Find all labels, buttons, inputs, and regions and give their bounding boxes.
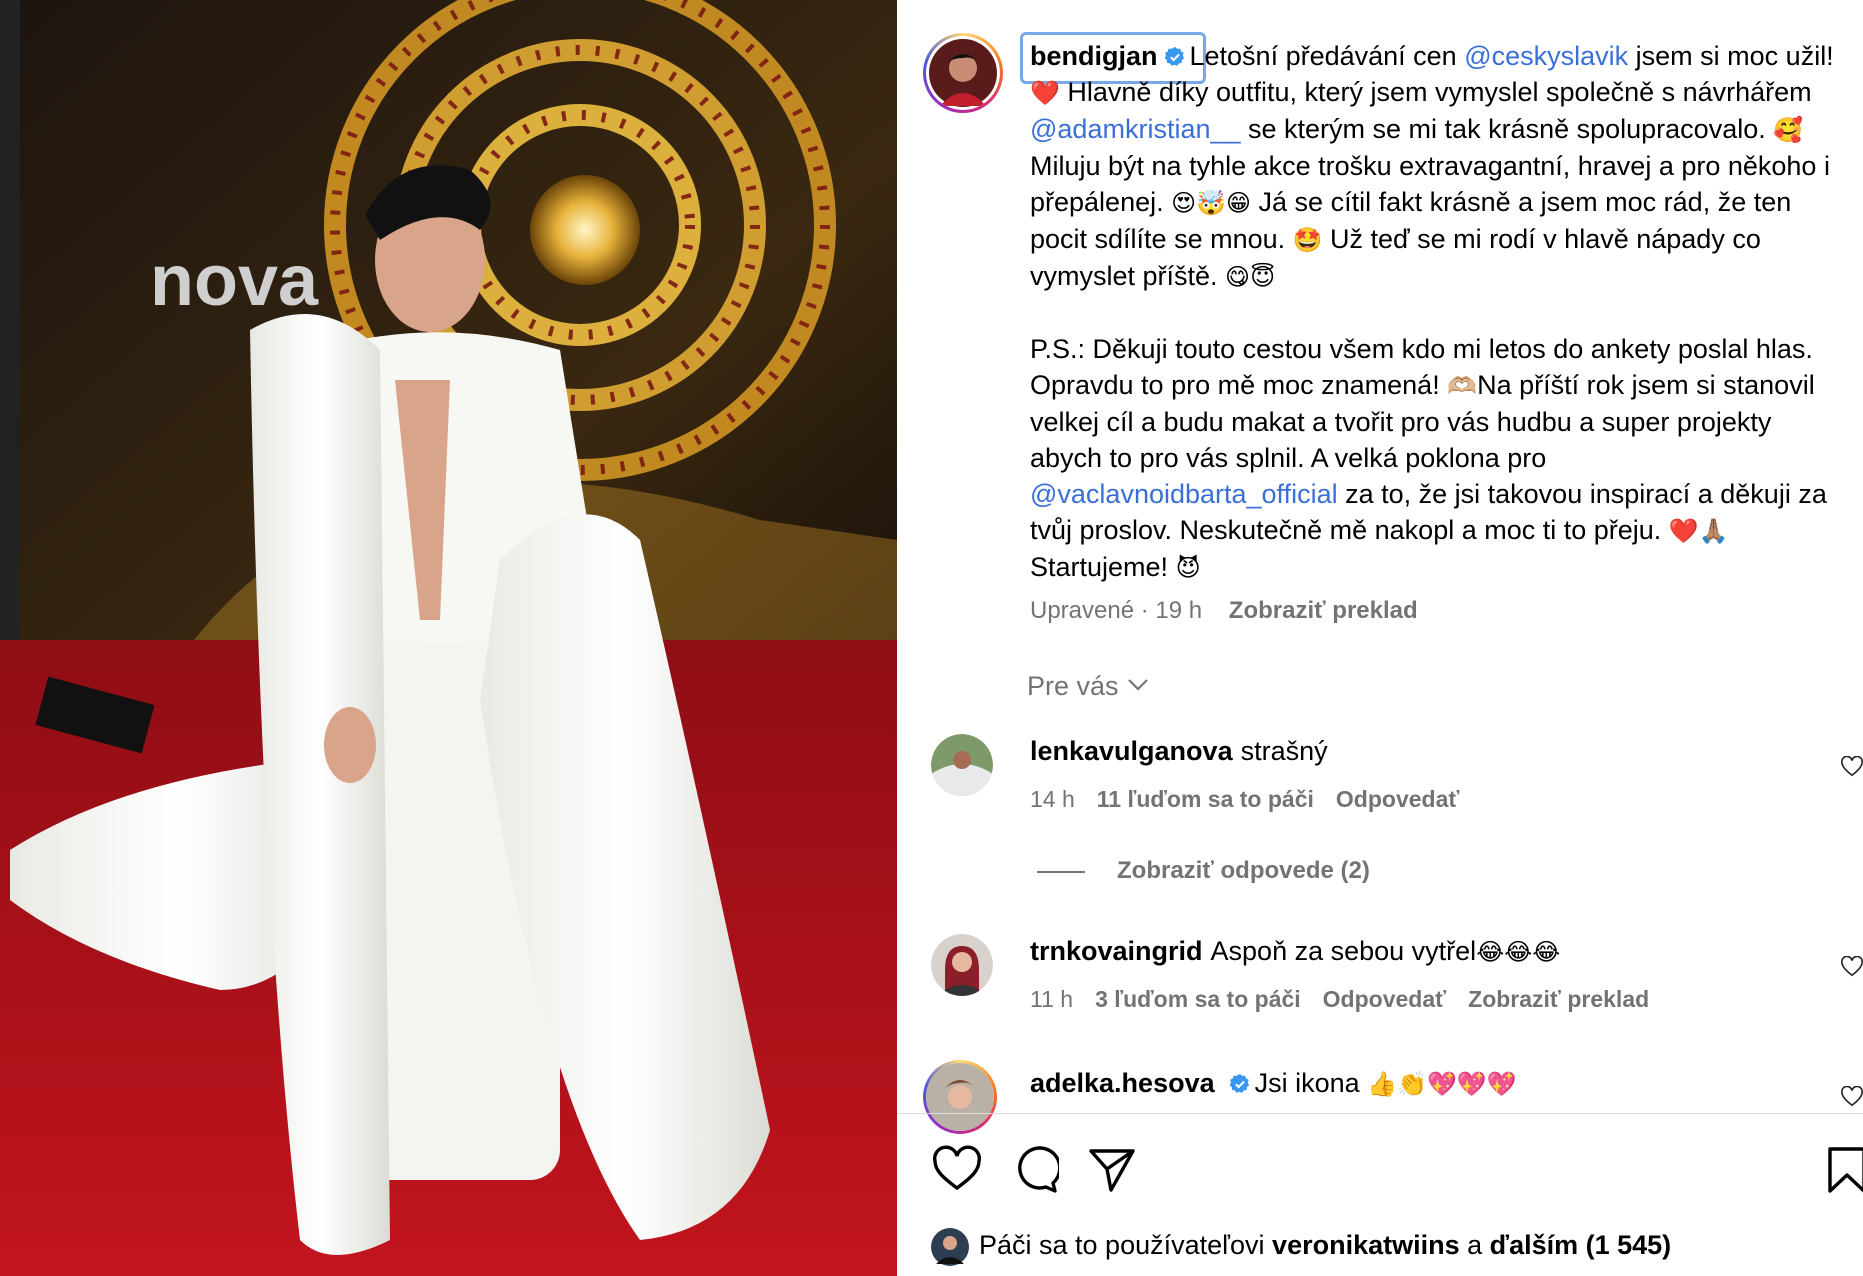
comment-bubble-icon[interactable] xyxy=(1009,1145,1059,1195)
emoji-group: 👍👏💖💖💖 xyxy=(1367,1070,1517,1098)
avatar xyxy=(926,1063,994,1131)
post-photo-image: nova xyxy=(0,0,897,1276)
edited-label: Upravené xyxy=(1030,597,1135,624)
emoji-group: 😍🤯😁 xyxy=(1171,189,1252,217)
verified-badge-icon xyxy=(1164,46,1184,66)
like-comment-heart-icon[interactable] xyxy=(1841,1086,1863,1108)
comment-body: lenkavulganova strašný xyxy=(1030,736,1328,767)
liker-username[interactable]: veronikatwiins xyxy=(1272,1230,1460,1260)
post-photo[interactable]: nova xyxy=(0,0,897,1276)
comment-meta: 11 h 3 ľuďom sa to páči Odpovedať Zobraziť … xyxy=(1030,986,1671,1013)
devil-emoji: 😈 xyxy=(1175,554,1201,582)
bookmark-save-icon[interactable] xyxy=(1822,1145,1863,1195)
heart-hands-emoji: 🫶🏼 xyxy=(1447,372,1478,400)
caption-text: Letošní předávání cen xyxy=(1189,41,1465,71)
laughing-emoji: 😂😂😂 xyxy=(1476,938,1561,966)
view-replies-button[interactable]: Zobraziť odpovede (2) xyxy=(1117,857,1370,885)
comment-text: Jsi ikona xyxy=(1254,1068,1360,1098)
verified-badge-icon xyxy=(1229,1073,1249,1093)
smiling-hearts-emoji: 🥰 xyxy=(1773,116,1804,144)
nova-logo: nova xyxy=(150,241,319,321)
like-comment-heart-icon[interactable] xyxy=(1841,756,1863,778)
caption-text: Hlavně díky outfitu, který jsem vymyslel… xyxy=(1059,77,1820,107)
like-heart-icon[interactable] xyxy=(932,1145,982,1195)
comment-time[interactable]: 11 h xyxy=(1030,986,1073,1012)
comment-sort-dropdown[interactable]: Pre vás xyxy=(1027,671,1149,702)
comment-username[interactable]: adelka.hesova xyxy=(1030,1068,1215,1098)
liker-avatar[interactable] xyxy=(931,1228,969,1266)
star-struck-emoji: 🤩 xyxy=(1292,226,1323,254)
likes-count-button[interactable]: ďalším (1 545) xyxy=(1490,1230,1672,1260)
comment-meta: 14 h 11 ľuďom sa to páči Odpovedať xyxy=(1030,786,1481,813)
comment-text: strašný xyxy=(1240,736,1328,766)
caption-text: se kterým se mi tak krásně spolupracoval… xyxy=(1240,114,1774,144)
post-side-panel: bendigjan Letošní předávání cen @ceskysla… xyxy=(897,0,1863,1276)
avatar xyxy=(929,39,997,107)
likes-middle: a xyxy=(1459,1230,1490,1260)
post-meta: Upravené · 19 h Zobraziť preklad xyxy=(1030,597,1418,624)
story-ring[interactable] xyxy=(923,1060,997,1134)
caption-text: jsem si moc užil! xyxy=(1628,41,1842,71)
mention-link[interactable]: @ceskyslavik xyxy=(1464,41,1628,71)
comment-sort-label: Pre vás xyxy=(1027,671,1119,701)
avatar[interactable] xyxy=(931,934,993,996)
comment-username[interactable]: trnkovaingrid xyxy=(1030,936,1203,966)
likes-summary: Páči sa to používateľovi veronikatwiins … xyxy=(979,1230,1671,1261)
comment-body: adelka.hesova Jsi ikona 👍👏💖💖💖 xyxy=(1030,1068,1517,1099)
chevron-down-icon xyxy=(1127,679,1148,691)
comment-time[interactable]: 14 h xyxy=(1030,786,1075,812)
like-comment-heart-icon[interactable] xyxy=(1841,956,1863,978)
post-caption: bendigjan Letošní předávání cen @ceskysla… xyxy=(1030,38,1840,586)
author-username[interactable]: bendigjan xyxy=(1030,41,1158,71)
emoji-group: 😋😇 xyxy=(1225,263,1276,291)
mention-link[interactable]: @adamkristian__ xyxy=(1030,114,1241,144)
translate-button[interactable]: Zobraziť preklad xyxy=(1229,597,1418,624)
comment-likes[interactable]: 11 ľuďom sa to páči xyxy=(1097,786,1314,812)
reply-button[interactable]: Odpovedať xyxy=(1336,786,1459,812)
comment-username[interactable]: lenkavulganova xyxy=(1030,736,1233,766)
likes-prefix: Páči sa to používateľovi xyxy=(979,1230,1273,1260)
mention-link[interactable]: @vaclavnoidbarta_official xyxy=(1030,479,1338,509)
actions-divider xyxy=(897,1113,1863,1114)
avatar[interactable] xyxy=(931,734,993,796)
heart-emoji: ❤️ xyxy=(1030,79,1060,107)
comment-text: Aspoň za sebou vytřel xyxy=(1210,936,1477,966)
author-avatar-ring[interactable] xyxy=(923,33,1003,113)
replies-divider xyxy=(1037,871,1085,873)
reply-button[interactable]: Odpovedať xyxy=(1323,986,1446,1012)
translate-button[interactable]: Zobraziť preklad xyxy=(1468,986,1649,1012)
share-send-icon[interactable] xyxy=(1087,1145,1137,1195)
comment-likes[interactable]: 3 ľuďom sa to páči xyxy=(1095,986,1301,1012)
emoji-group: ❤️🙏🏽 xyxy=(1668,517,1729,545)
comment-body: trnkovaingrid Aspoň za sebou vytřel😂😂😂 xyxy=(1030,936,1560,967)
post-time[interactable]: 19 h xyxy=(1155,597,1202,624)
